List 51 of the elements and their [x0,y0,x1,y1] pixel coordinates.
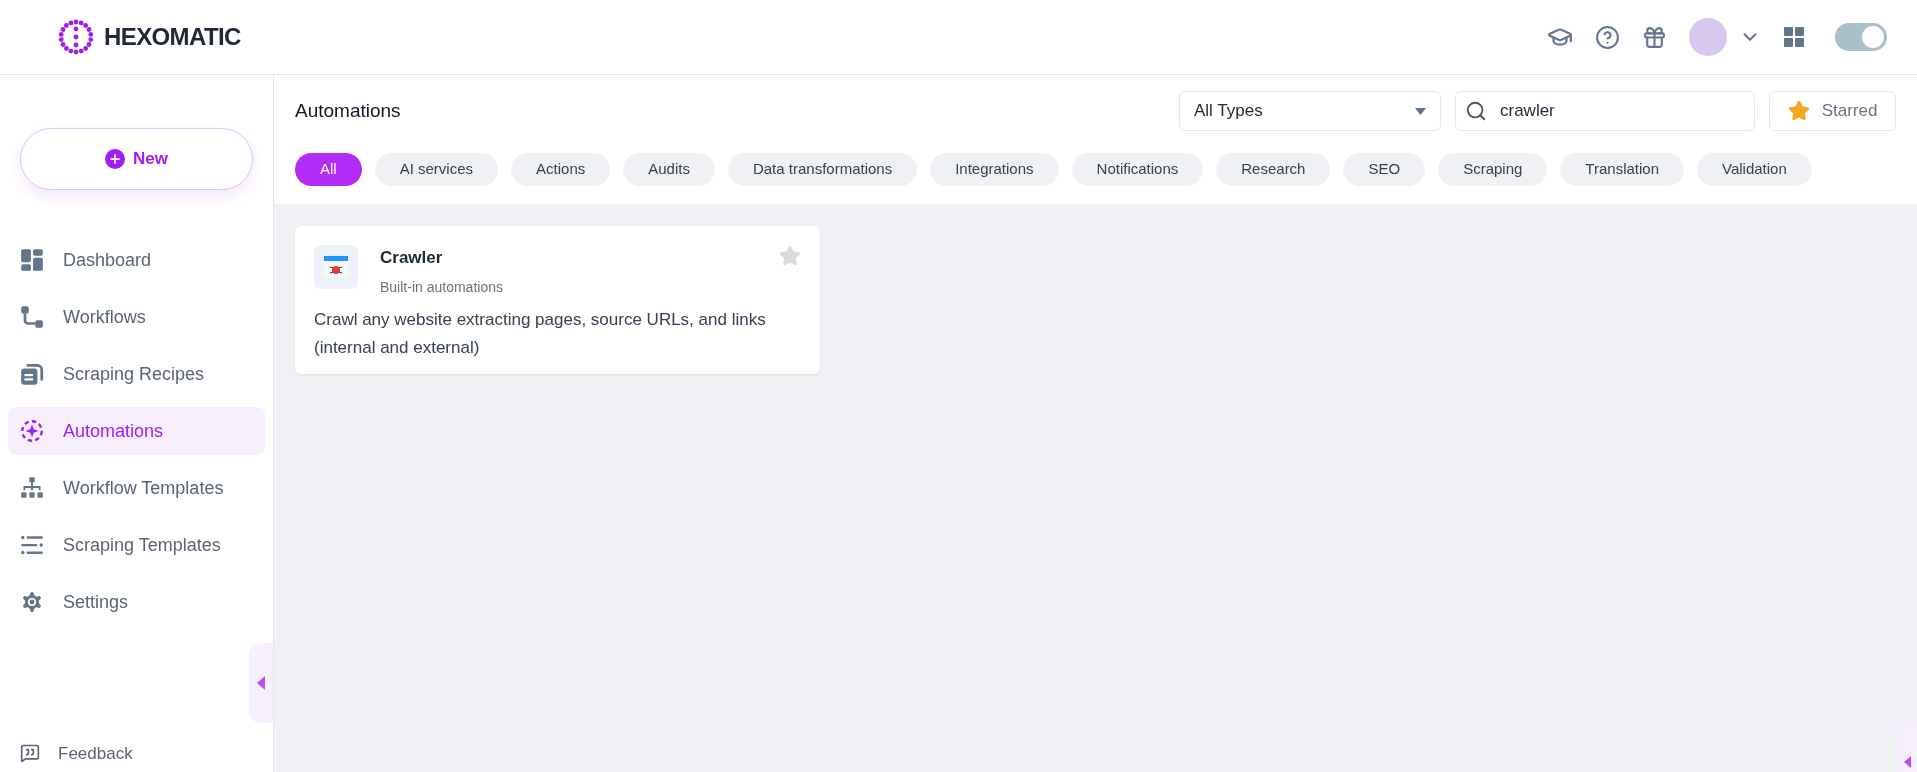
category-tab[interactable]: Data transformations [727,153,918,186]
type-select[interactable]: All Types [1179,91,1441,131]
page-title: Automations [295,98,401,123]
sidebar-item[interactable]: Workflow Templates [8,464,265,512]
category-tab[interactable]: Audits [623,153,715,186]
category-tab[interactable]: Integrations [930,153,1059,186]
sidebar-item[interactable]: Automations [8,407,265,455]
feedback-link[interactable]: Feedback [20,740,273,766]
gift-icon[interactable] [1642,24,1667,50]
logo-wordmark: HEXOMATIC [104,22,241,52]
stacked-pages-icon [19,361,45,387]
sparkle-cycle-icon [19,418,45,444]
caret-left-icon [1903,756,1911,768]
dashboard-icon [19,247,45,273]
category-tab[interactable]: Scraping [1438,153,1548,186]
collapse-panel-tab[interactable] [1897,722,1917,772]
new-button[interactable]: New [20,128,253,190]
category-tab[interactable]: SEO [1343,153,1426,186]
favorite-star-icon[interactable] [779,245,801,267]
collapse-sidebar-tab[interactable] [249,643,273,723]
apps-grid-icon[interactable] [1783,26,1805,48]
starred-button[interactable]: Starred [1769,91,1896,131]
sidebar-item[interactable]: Scraping Templates [8,521,265,569]
category-tab[interactable]: Research [1216,153,1331,186]
bug-window-icon [314,245,358,289]
search-icon [1465,100,1487,122]
sidebar-item[interactable]: Settings [8,578,265,626]
plus-icon [105,149,125,169]
category-tab[interactable]: All [295,153,362,186]
hexagon-dots-logo-icon [56,17,96,57]
sidebar-item[interactable]: Dashboard [8,236,265,284]
category-tab[interactable]: Translation [1560,153,1684,186]
search-field[interactable]: crawler [1455,91,1755,131]
sidebar-item[interactable]: Workflows [8,293,265,341]
feedback-icon [20,743,40,764]
card-subtitle: Built-in automations [380,277,503,297]
workflow-icon [19,304,45,330]
category-tab[interactable]: Validation [1697,153,1812,186]
hierarchy-icon [19,475,45,501]
card-description: Crawl any website extracting pages, source URLs, and links (internal and external) [314,308,767,359]
category-tab[interactable]: Actions [511,153,611,186]
category-tab[interactable]: Notifications [1071,153,1204,186]
star-icon [1787,100,1810,122]
caret-left-icon [257,676,265,690]
help-icon[interactable] [1595,24,1620,50]
automation-card[interactable]: Crawler Built-in automations Crawl any website extracting pages, source URLs, and links (internal and external) [295,226,820,374]
dropdown-caret-icon [1415,107,1426,115]
card-title: Crawler [380,247,444,269]
theme-toggle[interactable] [1835,23,1887,51]
category-tab[interactable]: AI services [374,153,499,186]
sidebar-item[interactable]: Scraping Recipes [8,350,265,398]
